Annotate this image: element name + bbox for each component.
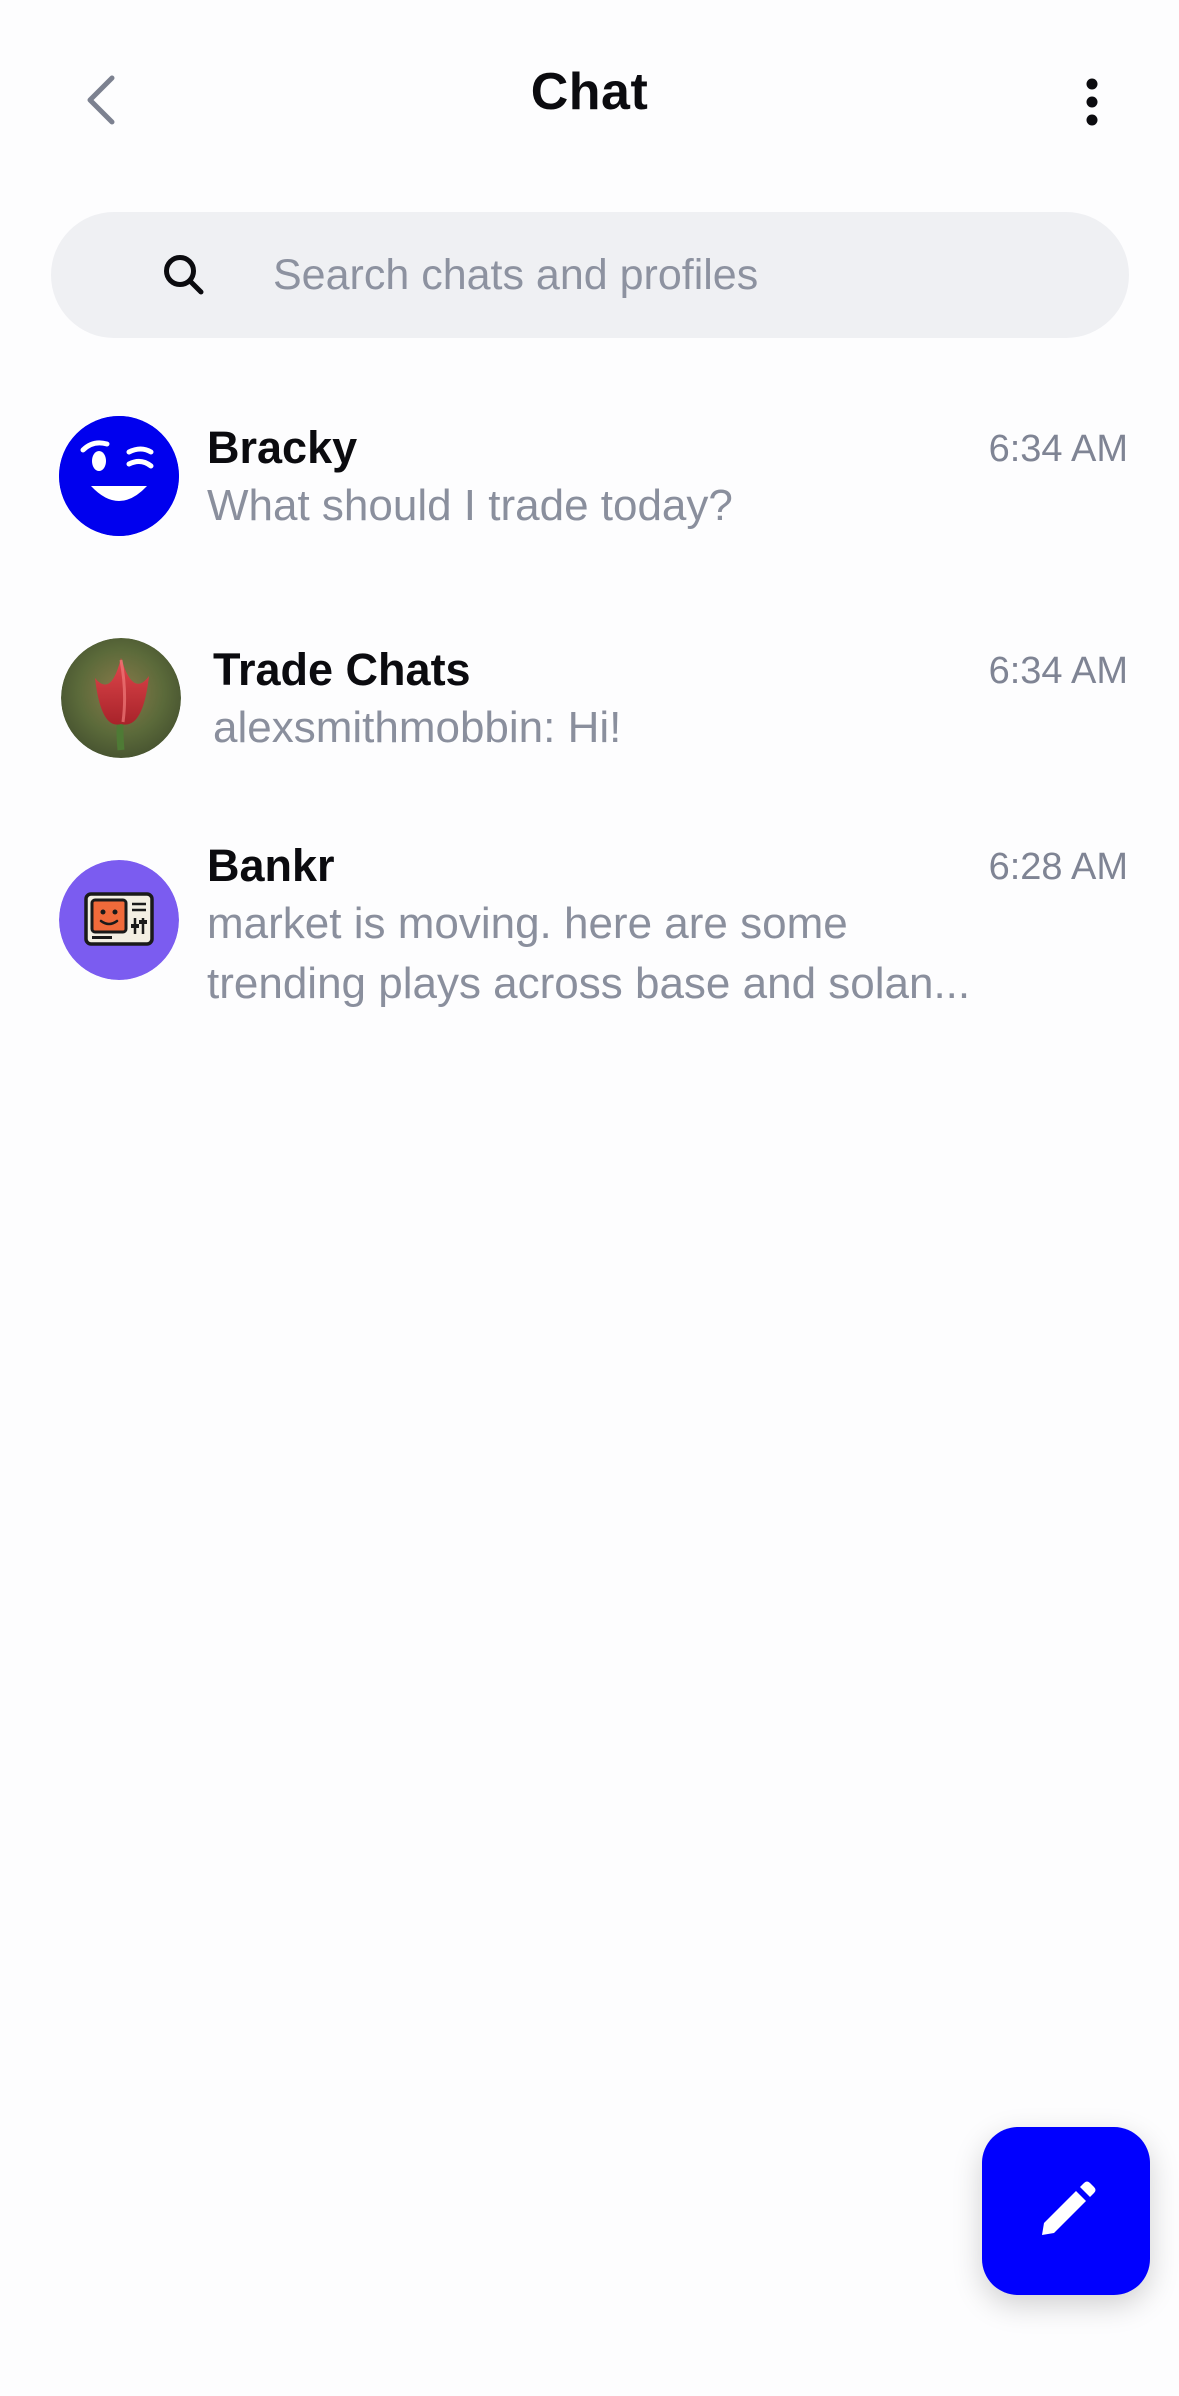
more-vertical-icon — [1086, 78, 1098, 126]
tulip-photo-avatar — [61, 638, 181, 758]
chat-item-bankr[interactable]: Bankr 6:28 AM market is moving. here are… — [0, 838, 1179, 1018]
chat-preview: market is moving. here are some — [207, 899, 848, 948]
winking-face-avatar — [59, 416, 179, 536]
chat-item-trade-chats[interactable]: Trade Chats 6:34 AM alexsmithmobbin: Hi! — [0, 622, 1179, 782]
chat-preview: What should I trade today? — [207, 481, 733, 530]
retro-computer-avatar — [59, 860, 179, 980]
chat-time: 6:28 AM — [988, 846, 1128, 888]
chat-name: Bracky — [207, 422, 358, 473]
app-header: Chat — [0, 0, 1179, 200]
search-icon — [164, 255, 204, 295]
chat-name: Bankr — [207, 840, 335, 891]
chat-name: Trade Chats — [213, 644, 471, 695]
chat-item-bracky[interactable]: Bracky 6:34 AM What should I trade today… — [0, 400, 1179, 560]
search-input[interactable] — [221, 212, 1091, 338]
page-title: Chat — [530, 63, 649, 121]
chat-preview: alexsmithmobbin: Hi! — [213, 703, 622, 752]
search-bar[interactable] — [51, 212, 1129, 338]
chat-preview-line-2: trending plays across base and solan... — [207, 959, 971, 1008]
new-chat-button[interactable] — [982, 2127, 1150, 2295]
chat-time: 6:34 AM — [988, 428, 1128, 470]
more-options-button[interactable] — [1060, 66, 1124, 138]
pencil-icon — [1042, 2181, 1096, 2235]
chat-time: 6:34 AM — [988, 650, 1128, 692]
